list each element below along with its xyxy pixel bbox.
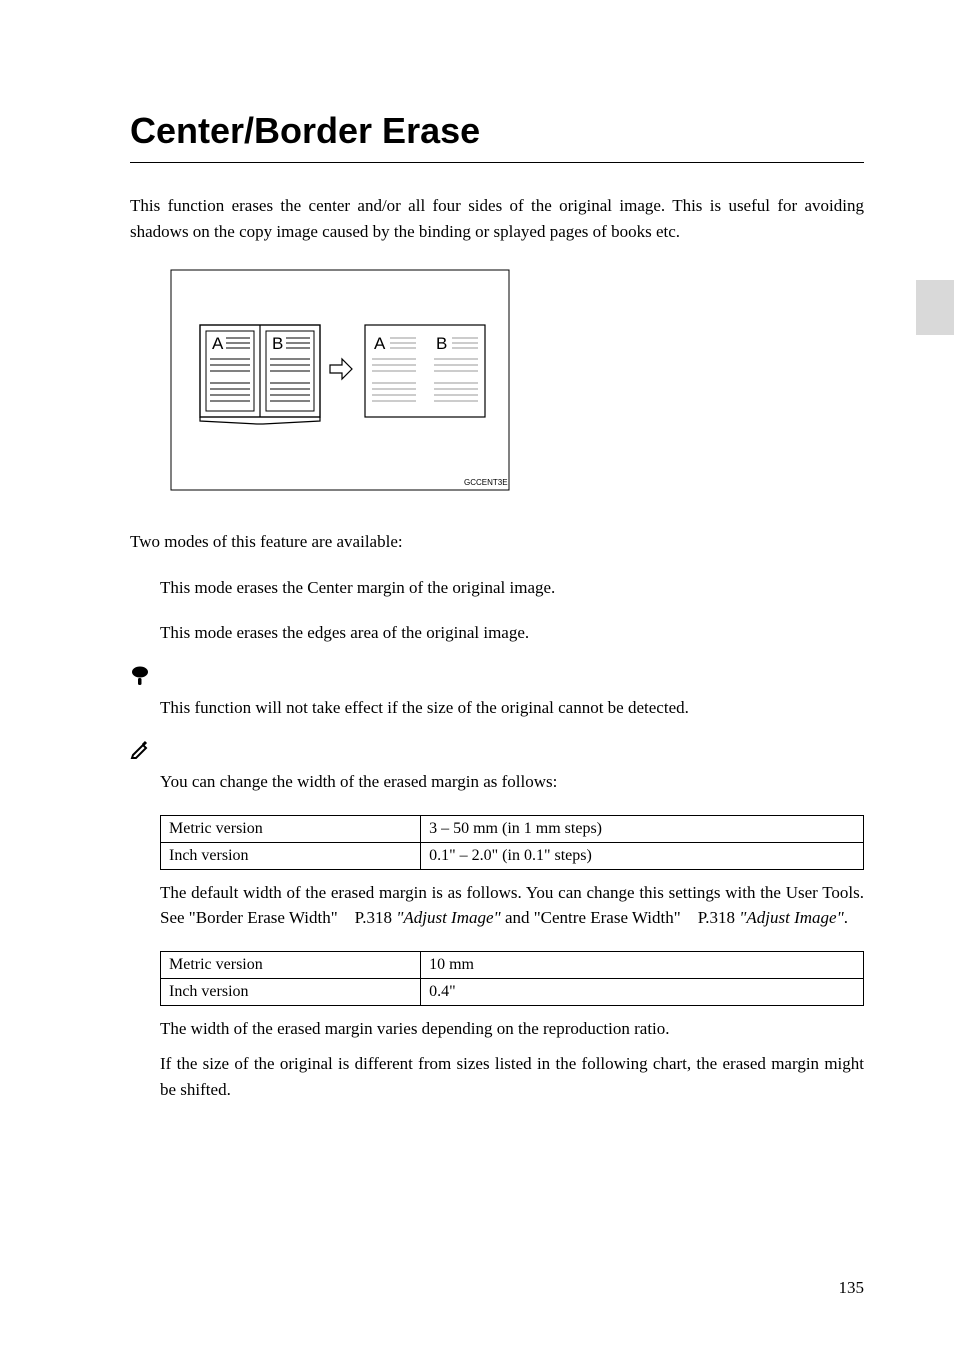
modes-intro: Two modes of this feature are available: [130,529,864,555]
cell-inch-label: Inch version [161,842,421,869]
cell-inch-default: 0.4" [421,978,864,1005]
cell-metric-range: 3 – 50 mm (in 1 mm steps) [421,815,864,842]
limitation-text: This function will not take effect if th… [160,695,864,721]
svg-text:A: A [212,334,224,353]
intro-paragraph: This function erases the center and/or a… [130,193,864,244]
page-number: 135 [839,1278,865,1298]
limitation-icon [130,666,156,691]
mode-border-desc: This mode erases the edges area of the o… [160,620,864,646]
page-title: Center/Border Erase [130,110,864,152]
default-width-text: The default width of the erased margin i… [160,880,864,931]
svg-text:B: B [436,334,447,353]
title-divider [130,162,864,163]
cell-metric-label: Metric version [161,815,421,842]
table-row: Inch version 0.1" – 2.0" (in 0.1" steps) [161,842,864,869]
note-icon [130,740,156,765]
cell-metric-default: 10 mm [421,951,864,978]
cell-inch-label: Inch version [161,978,421,1005]
table-row: Inch version 0.4" [161,978,864,1005]
mode-center-desc: This mode erases the Center margin of th… [160,575,864,601]
width-varies-note: The width of the erased margin varies de… [160,1016,864,1042]
table-row: Metric version 3 – 50 mm (in 1 mm steps) [161,815,864,842]
cell-inch-range: 0.1" – 2.0" (in 0.1" steps) [421,842,864,869]
svg-text:B: B [272,334,283,353]
chapter-tab [916,280,954,335]
note-intro: You can change the width of the erased m… [160,769,864,795]
svg-text:A: A [374,334,386,353]
diagram-label: GCCENT3E [464,478,508,487]
cell-metric-label: Metric version [161,951,421,978]
erase-width-range-table: Metric version 3 – 50 mm (in 1 mm steps)… [160,815,864,870]
size-shifted-note: If the size of the original is different… [160,1051,864,1102]
erase-width-default-table: Metric version 10 mm Inch version 0.4" [160,951,864,1006]
table-row: Metric version 10 mm [161,951,864,978]
erase-diagram: A B A B GCCENT3E [170,269,864,499]
